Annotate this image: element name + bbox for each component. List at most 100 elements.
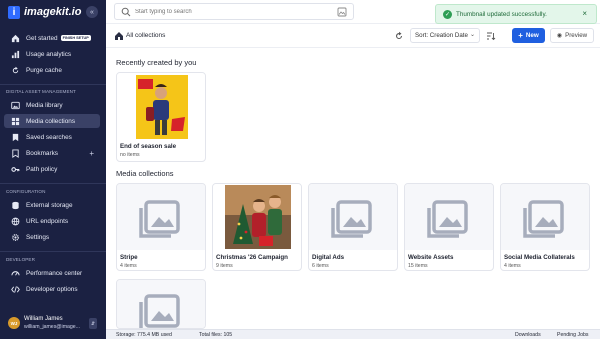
- collection-card[interactable]: Website Assets 15 items: [404, 183, 494, 271]
- christmas-photo-image: [225, 185, 291, 249]
- sidebar-item-bookmarks[interactable]: Bookmarks +: [4, 146, 100, 160]
- sale-photo-image: [136, 75, 188, 139]
- collection-thumbnail: [213, 184, 301, 250]
- plus-icon: +: [518, 31, 523, 40]
- sort-dropdown[interactable]: Sort: Creation Date ⌄: [410, 28, 480, 43]
- new-button-label: New: [525, 32, 539, 39]
- sidebar-item-external-storage[interactable]: External storage: [4, 198, 100, 212]
- pending-jobs-link[interactable]: Pending Jobs: [557, 332, 588, 338]
- sidebar-item-label: Get started: [26, 34, 58, 42]
- sidebar-item-get-started[interactable]: Get started FINISH SETUP: [4, 31, 100, 45]
- sidebar-item-label: Usage analytics: [26, 50, 72, 58]
- search-box[interactable]: [114, 3, 354, 20]
- sidebar-item-purge-cache[interactable]: Purge cache: [4, 63, 100, 77]
- collection-title: End of season sale: [120, 143, 177, 150]
- collection-count: 4 items: [120, 263, 137, 269]
- database-icon: [10, 200, 20, 210]
- collection-title: Digital Ads: [312, 254, 345, 261]
- sidebar-item-label: Saved searches: [26, 133, 72, 141]
- media-collections-heading: Media collections: [116, 169, 174, 178]
- collapse-sidebar-button[interactable]: «: [86, 6, 98, 18]
- sidebar-item-performance-center[interactable]: Performance center: [4, 266, 100, 280]
- sidebar-item-media-collections[interactable]: Media collections: [4, 114, 100, 128]
- sidebar: i imagekit.io « Get started FINISH SETUP…: [0, 0, 106, 339]
- new-button[interactable]: + New: [512, 28, 545, 43]
- sidebar-item-usage-analytics[interactable]: Usage analytics: [4, 47, 100, 61]
- section-label-configuration: CONFIGURATION: [6, 189, 46, 194]
- collection-card[interactable]: Stripe 4 items: [116, 183, 206, 271]
- toast-message: Thumbnail updated successfully.: [456, 11, 547, 18]
- sidebar-item-label: URL endpoints: [26, 217, 69, 225]
- collection-title: Christmas '26 Campaign: [216, 254, 288, 261]
- logo[interactable]: i imagekit.io: [8, 5, 81, 19]
- user-menu-chevron-icon[interactable]: ⇵: [89, 318, 97, 329]
- collection-thumbnail: [405, 184, 493, 250]
- sort-direction-icon[interactable]: [486, 31, 496, 41]
- user-name: William James: [24, 316, 63, 322]
- search-input[interactable]: [135, 6, 335, 18]
- image-search-icon[interactable]: [337, 7, 347, 17]
- collection-card[interactable]: Digital Ads 6 items: [308, 183, 398, 271]
- image-placeholder-icon: [139, 294, 180, 328]
- logo-icon: i: [8, 5, 20, 19]
- bookmark-icon: [10, 132, 20, 142]
- close-icon[interactable]: ×: [582, 9, 587, 18]
- sidebar-item-developer-options[interactable]: Developer options: [4, 282, 100, 296]
- sidebar-item-media-library[interactable]: Media library: [4, 98, 100, 112]
- collection-count: 15 items: [408, 263, 428, 269]
- image-placeholder-icon: [523, 200, 564, 238]
- collection-title: Social Media Collaterals: [504, 254, 575, 261]
- collection-count: no items: [120, 152, 140, 158]
- success-toast: ✓ Thumbnail updated successfully. ×: [435, 4, 597, 24]
- sidebar-item-saved-searches[interactable]: Saved searches: [4, 130, 100, 144]
- collection-thumbnail: [501, 184, 589, 250]
- image-icon: [10, 100, 20, 110]
- preview-button[interactable]: ◉ Preview: [550, 28, 594, 43]
- home-icon[interactable]: [114, 31, 124, 41]
- refresh-icon: [10, 65, 20, 75]
- sort-label: Sort: Creation Date: [415, 32, 468, 39]
- sidebar-item-label: Performance center: [26, 269, 83, 277]
- sidebar-item-url-endpoints[interactable]: URL endpoints: [4, 214, 100, 228]
- add-bookmark-icon[interactable]: +: [89, 149, 94, 158]
- home-icon: [10, 33, 20, 43]
- link-icon: [10, 216, 20, 226]
- collection-card[interactable]: End of season sale no items: [116, 72, 206, 162]
- sidebar-item-label: Settings: [26, 233, 50, 241]
- collection-thumbnail: [117, 280, 205, 328]
- collection-card[interactable]: Christmas '26 Campaign 9 items: [212, 183, 302, 271]
- image-placeholder-icon: [139, 200, 180, 238]
- downloads-link[interactable]: Downloads: [515, 332, 541, 338]
- sidebar-divider: [0, 251, 106, 252]
- collection-title: Stripe: [120, 254, 138, 261]
- storage-usage: Storage: 775.4 MB used: [116, 332, 172, 338]
- total-files: Total files: 105: [199, 332, 233, 338]
- collection-thumbnail: [117, 184, 205, 250]
- sidebar-item-label: Media library: [26, 101, 63, 109]
- sidebar-item-path-policy[interactable]: Path policy: [4, 162, 100, 176]
- bookmark-outline-icon: [10, 148, 20, 158]
- logo-text: imagekit.io: [24, 6, 82, 18]
- collection-card[interactable]: [116, 279, 206, 329]
- search-icon: [121, 7, 131, 17]
- sidebar-item-label: Purge cache: [26, 66, 62, 74]
- refresh-icon[interactable]: [394, 31, 404, 41]
- eye-icon: ◉: [556, 33, 563, 39]
- image-placeholder-icon: [427, 200, 468, 238]
- breadcrumb[interactable]: All collections: [126, 32, 165, 39]
- collection-title: Website Assets: [408, 254, 454, 261]
- user-account[interactable]: WJ William James william_james@image... …: [0, 310, 106, 339]
- chevron-down-icon: ⌄: [469, 32, 475, 38]
- sidebar-item-label: Media collections: [26, 117, 76, 125]
- collection-card[interactable]: Social Media Collaterals 4 items: [500, 183, 590, 271]
- status-footer: Storage: 775.4 MB used Total files: 105 …: [106, 329, 600, 339]
- preview-button-label: Preview: [565, 32, 588, 39]
- recently-created-heading: Recently created by you: [116, 58, 197, 67]
- sidebar-item-settings[interactable]: Settings: [4, 230, 100, 244]
- finish-setup-badge[interactable]: FINISH SETUP: [60, 35, 91, 41]
- sidebar-item-label: Path policy: [26, 165, 58, 173]
- user-email: william_james@image...: [24, 324, 81, 330]
- sidebar-divider: [0, 183, 106, 184]
- collections-toolbar: All collections Sort: Creation Date ⌄ + …: [106, 24, 600, 48]
- collection-count: 6 items: [312, 263, 329, 269]
